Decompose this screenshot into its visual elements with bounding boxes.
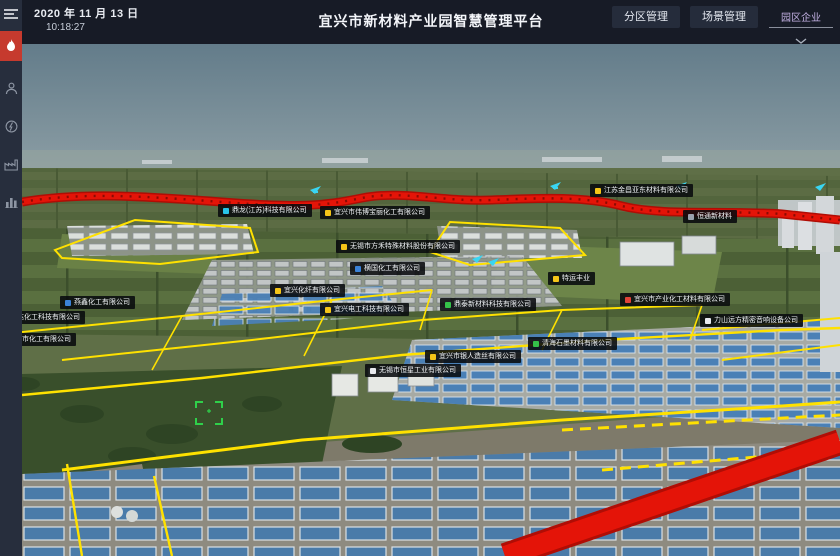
company-label-text: 兴达化工科技有限公司: [22, 314, 80, 321]
company-label-text: 宜兴市银人造丝有限公司: [439, 353, 516, 360]
company-label-text: 江苏金昌亚东材料有限公司: [604, 187, 688, 194]
company-label-text: 力山远方精密音响设备公司: [714, 317, 798, 324]
company-label-text: 市化工有限公司: [22, 336, 71, 343]
company-label-text: 宜兴电工科技有限公司: [334, 306, 404, 313]
company-marker-icon: [430, 354, 436, 360]
building-label[interactable]: 宜兴电工科技有限公司: [320, 303, 409, 316]
building-label[interactable]: 清海石墨材料有限公司: [528, 337, 617, 350]
company-label-text: 鼎龙(江苏)科技有限公司: [232, 207, 307, 214]
company-marker-icon: [553, 276, 559, 282]
map-viewport[interactable]: 鼎龙(江苏)科技有限公司 宜兴市伟博宝丽化工有限公司 无锡市方禾特殊材料股份有限…: [22, 44, 840, 556]
header-controls: 分区管理 场景管理 园区企业: [612, 6, 834, 49]
bar-chart-icon[interactable]: [0, 191, 22, 213]
zone-management-button[interactable]: 分区管理: [612, 6, 680, 28]
top-header: 2020 年 11 月 13 日 10:18:27 宜兴市新材料产业园智慧管理平…: [22, 0, 840, 44]
building-label[interactable]: 宜兴市产业化工材料有限公司: [620, 293, 730, 306]
building-label[interactable]: 宜兴市伟博宝丽化工有限公司: [320, 206, 430, 219]
company-label-text: 清海石墨材料有限公司: [542, 340, 612, 347]
company-marker-icon: [65, 300, 71, 306]
building-label[interactable]: 鼎龙(江苏)科技有限公司: [218, 204, 312, 217]
company-marker-icon: [445, 302, 451, 308]
left-toolbar: [0, 0, 22, 556]
company-marker-icon: [275, 288, 281, 294]
company-marker-icon: [325, 307, 331, 313]
company-marker-icon: [370, 368, 376, 374]
company-label-text: 无锡市方禾特殊材料股份有限公司: [350, 243, 455, 250]
company-marker-icon: [533, 341, 539, 347]
company-marker-icon: [625, 297, 631, 303]
park-enterprise-dropdown[interactable]: 园区企业: [768, 6, 834, 49]
company-label-text: 特运丰业: [562, 275, 590, 282]
company-label-text: 无锡市恒星工业有限公司: [379, 367, 456, 374]
building-label[interactable]: 燕鑫化工有限公司: [60, 296, 135, 309]
app-window: 2020 年 11 月 13 日 10:18:27 宜兴市新材料产业园智慧管理平…: [0, 0, 840, 556]
building-label[interactable]: 宜兴化纤有限公司: [270, 284, 345, 297]
power-icon[interactable]: [0, 115, 22, 137]
dropdown-underline: [769, 27, 833, 28]
building-label[interactable]: 江苏金昌亚东材料有限公司: [590, 184, 693, 197]
person-icon[interactable]: [0, 77, 22, 99]
company-label-text: 宜兴市伟博宝丽化工有限公司: [334, 209, 425, 216]
chevron-down-icon: [795, 31, 807, 49]
flame-icon[interactable]: [0, 31, 22, 61]
building-label[interactable]: 宜兴市银人造丝有限公司: [425, 350, 521, 363]
company-marker-icon: [595, 188, 601, 194]
hamburger-icon[interactable]: [0, 3, 22, 25]
company-marker-icon: [341, 244, 347, 250]
building-label[interactable]: 鼎泰新材料科技有限公司: [440, 298, 536, 311]
dropdown-selected-label: 园区企业: [781, 7, 821, 27]
factory-icon[interactable]: [0, 153, 22, 175]
company-label-text: 宜兴市产业化工材料有限公司: [634, 296, 725, 303]
building-label[interactable]: 市化工有限公司: [22, 333, 76, 346]
building-label[interactable]: 无锡市方禾特殊材料股份有限公司: [336, 240, 460, 253]
building-label[interactable]: 恒通新材料: [683, 210, 737, 223]
company-marker-icon: [705, 318, 711, 324]
company-label-text: 宜兴化纤有限公司: [284, 287, 340, 294]
company-label-text: 恒通新材料: [697, 213, 732, 220]
company-marker-icon: [355, 266, 361, 272]
building-label[interactable]: 特运丰业: [548, 272, 595, 285]
company-label-text: 燕鑫化工有限公司: [74, 299, 130, 306]
building-label[interactable]: 横国化工有限公司: [350, 262, 425, 275]
scene-management-button[interactable]: 场景管理: [690, 6, 758, 28]
company-marker-icon: [688, 214, 694, 220]
building-label[interactable]: 无锡市恒星工业有限公司: [365, 364, 461, 377]
company-marker-icon: [325, 210, 331, 216]
company-label-text: 鼎泰新材料科技有限公司: [454, 301, 531, 308]
building-label[interactable]: 兴达化工科技有限公司: [22, 311, 85, 324]
company-label-text: 横国化工有限公司: [364, 265, 420, 272]
company-marker-icon: [223, 208, 229, 214]
building-label[interactable]: 力山远方精密音响设备公司: [700, 314, 803, 327]
